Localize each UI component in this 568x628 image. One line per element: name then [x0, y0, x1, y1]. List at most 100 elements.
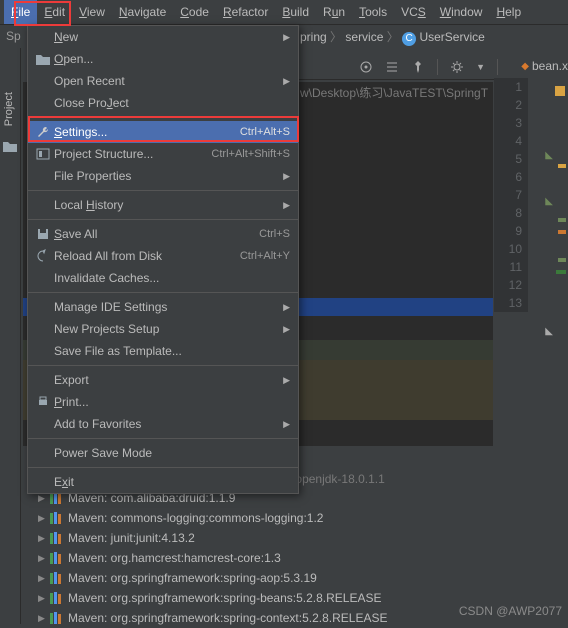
menu-item-add-to-favorites[interactable]: Add to Favorites▶: [28, 413, 298, 435]
menu-code[interactable]: Code: [173, 0, 216, 24]
menu-item-new[interactable]: New▶: [28, 26, 298, 48]
warning-marker[interactable]: [558, 230, 566, 234]
gutter-marker-icon[interactable]: ◣: [545, 326, 553, 337]
submenu-arrow-icon: ▶: [283, 324, 290, 335]
menu-item-open-recent[interactable]: Open Recent ▶: [28, 70, 298, 92]
menu-help[interactable]: Help: [489, 0, 528, 24]
menu-run[interactable]: Run: [316, 0, 352, 24]
menu-item-label: Invalidate Caches...: [54, 271, 290, 285]
watermark: CSDN @AWP2077: [459, 604, 562, 618]
inspection-badge[interactable]: [555, 86, 565, 96]
menu-item-label: Add to Favorites: [54, 417, 277, 431]
tree-row[interactable]: ▶Maven: commons-logging:commons-logging:…: [22, 508, 508, 528]
tree-label: Maven: junit:junit:4.13.2: [68, 531, 195, 545]
lib-icon: [50, 612, 64, 624]
breadcrumb-path[interactable]: pring 〉 service 〉 C UserService: [300, 28, 485, 46]
menu-item-power-save-mode[interactable]: Power Save Mode: [28, 442, 298, 464]
wrench-icon: [36, 125, 54, 139]
chevron-right-icon: ▶: [38, 553, 48, 564]
menu-item-print[interactable]: Print...: [28, 391, 298, 413]
file-menu-dropdown: New▶Open... Open Recent ▶ Close ProJect Sett…: [27, 25, 299, 494]
project-tool-tab[interactable]: Project: [3, 92, 15, 126]
shortcut-text: Ctrl+Alt+Y: [240, 250, 290, 262]
menu-item-reload-all-from-disk[interactable]: Reload All from DiskCtrl+Alt+Y: [28, 245, 298, 267]
chevron-right-icon: ▶: [38, 573, 48, 584]
gutter-marker-icon[interactable]: ◣: [545, 196, 553, 207]
menu-view[interactable]: View: [72, 0, 112, 24]
separator: [497, 59, 498, 75]
ok-marker[interactable]: [556, 270, 566, 274]
menu-tools[interactable]: Tools: [352, 0, 394, 24]
menu-item-label: Manage IDE Settings: [54, 300, 277, 314]
submenu-arrow-icon: ▶: [283, 76, 290, 87]
reload-icon: [36, 249, 54, 263]
tree-label: Maven: commons-logging:commons-logging:1…: [68, 511, 323, 525]
list-icon[interactable]: [385, 60, 399, 74]
menu-file[interactable]: File: [4, 0, 37, 24]
editor-tab-bean[interactable]: ◆ bean.x: [521, 59, 568, 73]
menu-item-save-file-as-template[interactable]: Save File as Template...: [28, 340, 298, 362]
menu-item-close-project[interactable]: Close ProJect: [28, 92, 298, 114]
submenu-arrow-icon: ▶: [283, 32, 290, 43]
menu-item-invalidate-caches[interactable]: Invalidate Caches...: [28, 267, 298, 289]
line-number: 9: [494, 222, 528, 240]
gutter-marker-icon[interactable]: ◣: [545, 150, 553, 161]
menu-item-label: Save All: [54, 227, 259, 241]
menu-edit[interactable]: Edit: [37, 0, 72, 24]
line-number: 1: [494, 78, 528, 96]
tree-label: Maven: org.springframework:spring-beans:…: [68, 591, 381, 605]
ok-marker[interactable]: [558, 258, 566, 262]
menu-item-project-structure[interactable]: Project Structure...Ctrl+Alt+Shift+S: [28, 143, 298, 165]
tree-row[interactable]: ▶Maven: org.springframework:spring-conte…: [22, 608, 508, 628]
chevron-down-icon[interactable]: ▼: [476, 62, 485, 72]
line-number: 3: [494, 114, 528, 132]
tree-row[interactable]: ▶ Maven: junit:junit:4.13.2: [22, 528, 508, 548]
project-name-fragment: Sp: [6, 29, 21, 43]
tree-row[interactable]: ▶ Maven: org.springframework:spring-aop:5…: [22, 568, 508, 588]
tree-row[interactable]: ▶ Maven: org.springframework:spring-beans…: [22, 588, 508, 608]
lib-icon: [50, 592, 64, 604]
menu-item-file-properties[interactable]: File Properties▶: [28, 165, 298, 187]
chevron-right-icon: ▶: [38, 613, 48, 624]
menu-item-label: Close ProJect: [54, 96, 290, 110]
menu-item-label: Reload All from Disk: [54, 249, 240, 263]
menu-item-label: Power Save Mode: [54, 446, 290, 460]
gear-icon[interactable]: [450, 60, 464, 74]
menu-item-open[interactable]: Open...: [28, 48, 298, 70]
menu-build[interactable]: Build: [275, 0, 316, 24]
menu-window[interactable]: Window: [433, 0, 490, 24]
tree-label: Maven: org.hamcrest:hamcrest-core:1.3: [68, 551, 281, 565]
tree-row[interactable]: ▶ Maven: org.hamcrest:hamcrest-core:1.3: [22, 548, 508, 568]
chevron-right-icon: ▶: [38, 593, 48, 604]
class-icon: C: [402, 32, 416, 46]
menu-item-local-history[interactable]: Local History▶: [28, 194, 298, 216]
warning-marker[interactable]: [558, 164, 566, 168]
line-number: 13: [494, 294, 528, 312]
menu-navigate[interactable]: Navigate: [112, 0, 173, 24]
spring-icon: ◆: [521, 61, 529, 72]
target-icon[interactable]: [359, 60, 373, 74]
save-icon: [36, 227, 54, 241]
menu-item-export[interactable]: Export▶: [28, 369, 298, 391]
menu-item-label: Open Recent: [54, 74, 277, 88]
menu-item-save-all[interactable]: Save AllCtrl+S: [28, 223, 298, 245]
menubar: File Edit View Navigate Code Refactor Bu…: [0, 0, 568, 25]
submenu-arrow-icon: ▶: [283, 200, 290, 211]
menu-item-manage-ide-settings[interactable]: Manage IDE Settings▶: [28, 296, 298, 318]
tree-label: Maven: org.springframework:spring-aop:5.…: [68, 571, 317, 585]
menu-item-label: Save File as Template...: [54, 344, 290, 358]
menu-refactor[interactable]: Refactor: [216, 0, 275, 24]
ok-marker[interactable]: [558, 218, 566, 222]
line-number-gutter: 1 2 3 4 5 6 7 8 9 10 11 12 13: [494, 78, 528, 312]
pin-icon[interactable]: [411, 60, 425, 74]
menu-vcs[interactable]: VCS: [394, 0, 433, 24]
print-icon: [36, 395, 54, 409]
lib-icon: [50, 532, 64, 544]
menu-item-exit[interactable]: Exit: [28, 471, 298, 493]
chevron-right-icon: ▶: [38, 533, 48, 544]
menu-item-label: Settings...: [54, 125, 240, 139]
menu-item-settings[interactable]: Settings...Ctrl+Alt+S: [28, 121, 298, 143]
submenu-arrow-icon: ▶: [283, 171, 290, 182]
menu-item-new-projects-setup[interactable]: New Projects Setup▶: [28, 318, 298, 340]
line-number: 6: [494, 168, 528, 186]
